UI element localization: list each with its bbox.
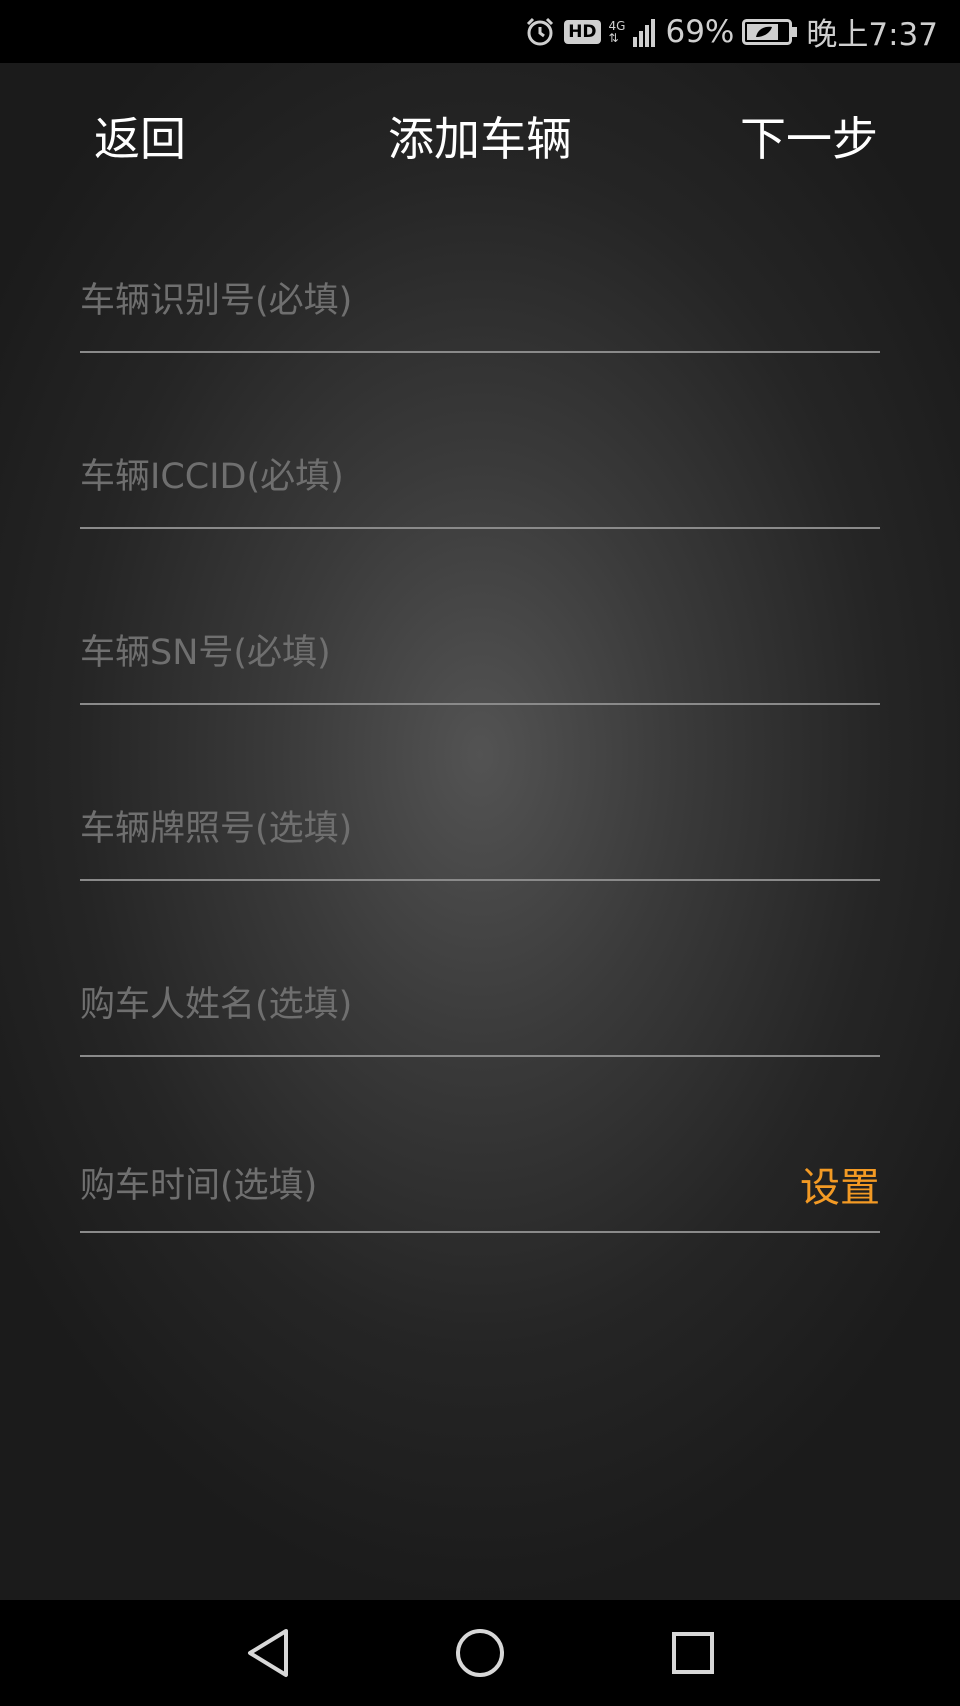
iccid-field	[80, 437, 880, 529]
status-icons: HD 4G ⇅ 69% 晚上7:37	[524, 0, 938, 63]
sn-input[interactable]	[80, 613, 880, 693]
purchase-time-label: 购车时间(选填)	[80, 1166, 318, 1206]
battery-icon	[742, 18, 798, 46]
signal-icon	[633, 17, 657, 47]
iccid-input[interactable]	[80, 437, 880, 517]
buyer-name-field	[80, 965, 880, 1057]
vin-input[interactable]	[80, 261, 880, 341]
recents-square-icon[interactable]	[668, 1627, 718, 1679]
back-triangle-icon[interactable]	[244, 1627, 294, 1679]
plate-input[interactable]	[80, 789, 880, 869]
next-step-button[interactable]: 下一步	[740, 103, 878, 169]
system-nav-bar	[0, 1600, 960, 1706]
alarm-icon	[524, 16, 556, 48]
add-vehicle-screen: 返回 添加车辆 下一步 购车时间(选填) 设置	[0, 63, 960, 1600]
set-purchase-time-button[interactable]: 设置	[800, 1155, 880, 1213]
top-navbar: 返回 添加车辆 下一步	[0, 63, 960, 203]
4g-icon: 4G ⇅	[608, 18, 626, 45]
vin-field	[80, 261, 880, 353]
purchase-time-field: 购车时间(选填) 设置	[80, 1141, 880, 1233]
plate-field	[80, 789, 880, 881]
sn-field	[80, 613, 880, 705]
home-circle-icon[interactable]	[454, 1627, 506, 1679]
battery-percent: 69%	[665, 13, 735, 50]
hd-icon: HD	[564, 19, 601, 44]
clock: 晚上7:37	[806, 17, 938, 53]
network-label: 4G	[608, 18, 626, 33]
buyer-name-input[interactable]	[80, 965, 880, 1045]
status-bar: HD 4G ⇅ 69% 晚上7:37	[0, 0, 960, 63]
